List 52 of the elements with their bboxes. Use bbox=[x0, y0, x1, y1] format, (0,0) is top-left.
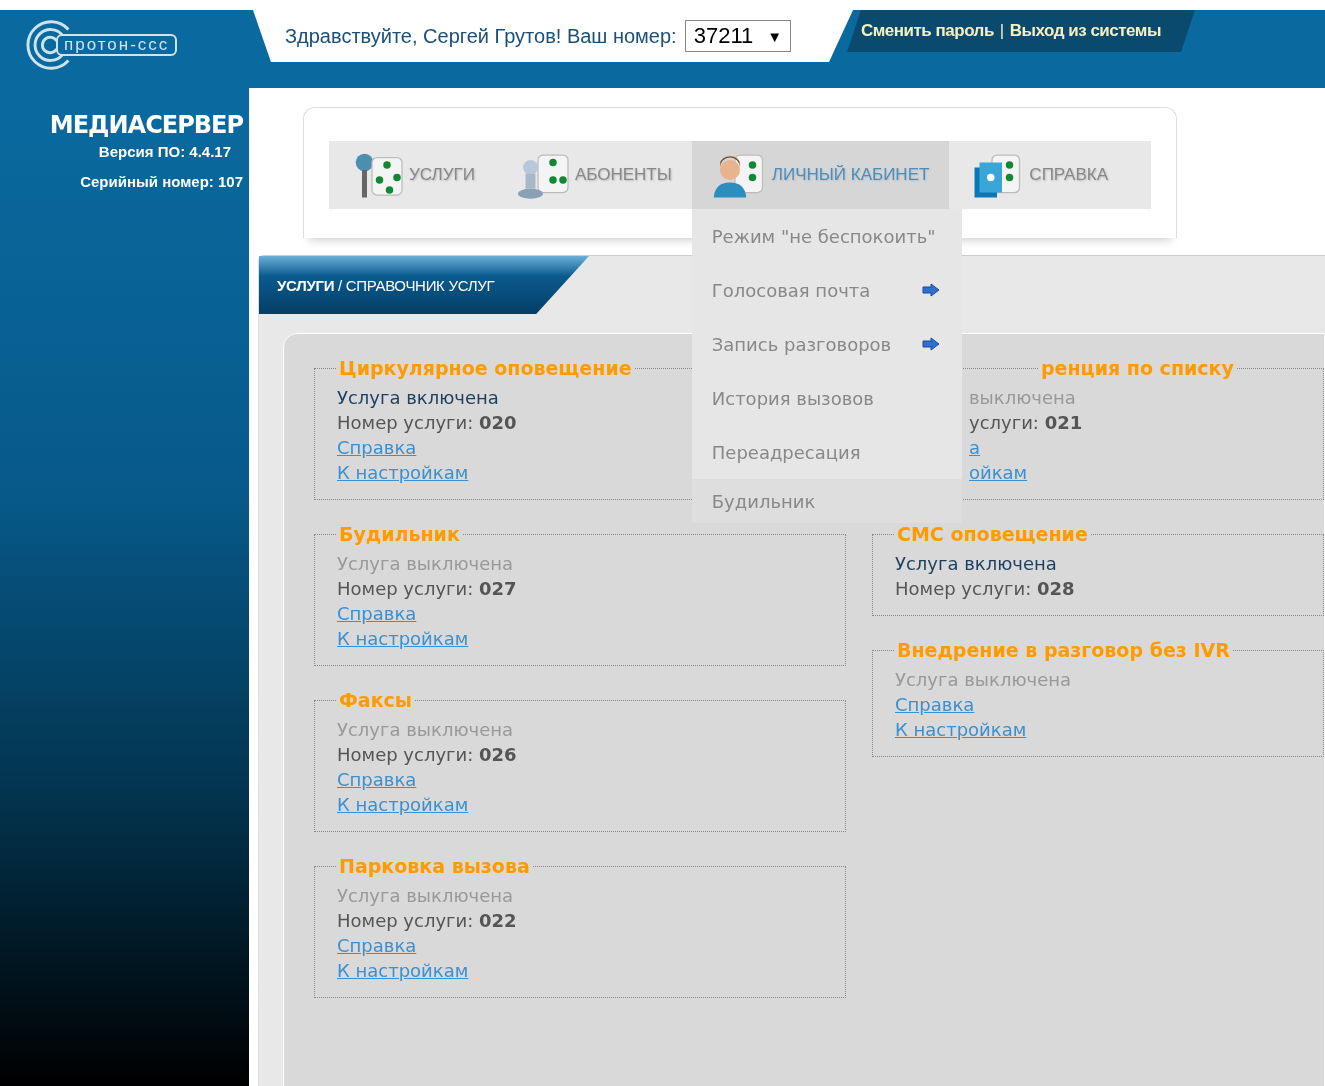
menu-item[interactable]: Переадресация bbox=[691, 425, 962, 479]
number-select[interactable]: 37211 ▼ bbox=[684, 20, 792, 52]
service-number: Номер услуги: 026 bbox=[337, 743, 517, 767]
nav-tab[interactable]: АБОНЕНТЫ bbox=[494, 141, 692, 209]
header-link[interactable]: Сменить пароль bbox=[861, 21, 994, 41]
card-title: СМС оповещение bbox=[896, 522, 1089, 547]
app-title: МЕДИАСЕРВЕР bbox=[48, 110, 243, 141]
status-text: Услуга выключена bbox=[895, 668, 1072, 692]
separator: | bbox=[999, 21, 1004, 41]
arrow-right-icon bbox=[921, 283, 940, 297]
arrow-right-icon bbox=[921, 337, 940, 351]
menu-item[interactable]: Режим "не беспокоить" bbox=[691, 209, 962, 263]
link[interactable]: Справка bbox=[337, 935, 417, 956]
status-text: Услуга выключена bbox=[337, 718, 514, 742]
link[interactable]: К настройкам bbox=[337, 462, 469, 483]
link[interactable]: Справка bbox=[337, 769, 417, 790]
serial-number-text: Серийный номер: 107 bbox=[79, 172, 243, 192]
link[interactable]: Справка bbox=[337, 603, 417, 624]
service-number: Номер услуги: 028 bbox=[895, 577, 1075, 601]
card-title: Внедрение в разговор без IVR bbox=[896, 638, 1231, 663]
menu-item[interactable]: Будильник bbox=[691, 479, 962, 523]
status-text: Услуга выключена bbox=[337, 552, 514, 576]
status-text: Услуга выключена bbox=[337, 884, 514, 908]
greeting-text: Здравствуйте, Сергей Грутов! Ваш номер: bbox=[285, 24, 677, 48]
service-number: Номер услуги: 020 bbox=[337, 411, 517, 435]
link[interactable]: а bbox=[969, 437, 981, 458]
breadcrumb: УСЛУГИ / СПРАВОЧНИК УСЛУГ bbox=[259, 256, 589, 314]
status-text: выключена bbox=[969, 386, 1076, 410]
menu-item[interactable]: Запись разговоров bbox=[691, 317, 962, 371]
version-text: Версия ПО: 4.4.17 bbox=[97, 142, 232, 162]
status-text: Услуга включена bbox=[895, 552, 1057, 576]
service-number: Номер услуги: 027 bbox=[337, 577, 517, 601]
card-title: Парковка вызова bbox=[338, 854, 531, 879]
status-text: Услуга включена bbox=[337, 386, 499, 410]
card-title: Циркулярное оповещение bbox=[338, 356, 633, 381]
menu-item[interactable]: Голосовая почта bbox=[691, 263, 962, 317]
service-number: Номер услуги: 022 bbox=[337, 909, 517, 933]
card-title: Факсы bbox=[338, 688, 413, 713]
logo-text: протон-ссс bbox=[56, 34, 178, 56]
header-link[interactable]: Выход из системы bbox=[1009, 21, 1161, 41]
menu-item[interactable]: История вызовов bbox=[691, 371, 962, 425]
link[interactable]: Справка bbox=[895, 694, 975, 715]
link[interactable]: К настройкам bbox=[337, 628, 469, 649]
link[interactable]: ойкам bbox=[969, 462, 1028, 483]
service-number: услуги: 021 bbox=[969, 411, 1083, 435]
card-title: Будильник bbox=[338, 522, 461, 547]
link[interactable]: К настройкам bbox=[337, 794, 469, 815]
nav-tab[interactable]: УСЛУГИ bbox=[329, 141, 495, 209]
link[interactable]: Справка bbox=[337, 437, 417, 458]
card-title: ренция по списку bbox=[1040, 356, 1235, 381]
link[interactable]: К настройкам bbox=[337, 960, 469, 981]
link[interactable]: К настройкам bbox=[895, 719, 1027, 740]
